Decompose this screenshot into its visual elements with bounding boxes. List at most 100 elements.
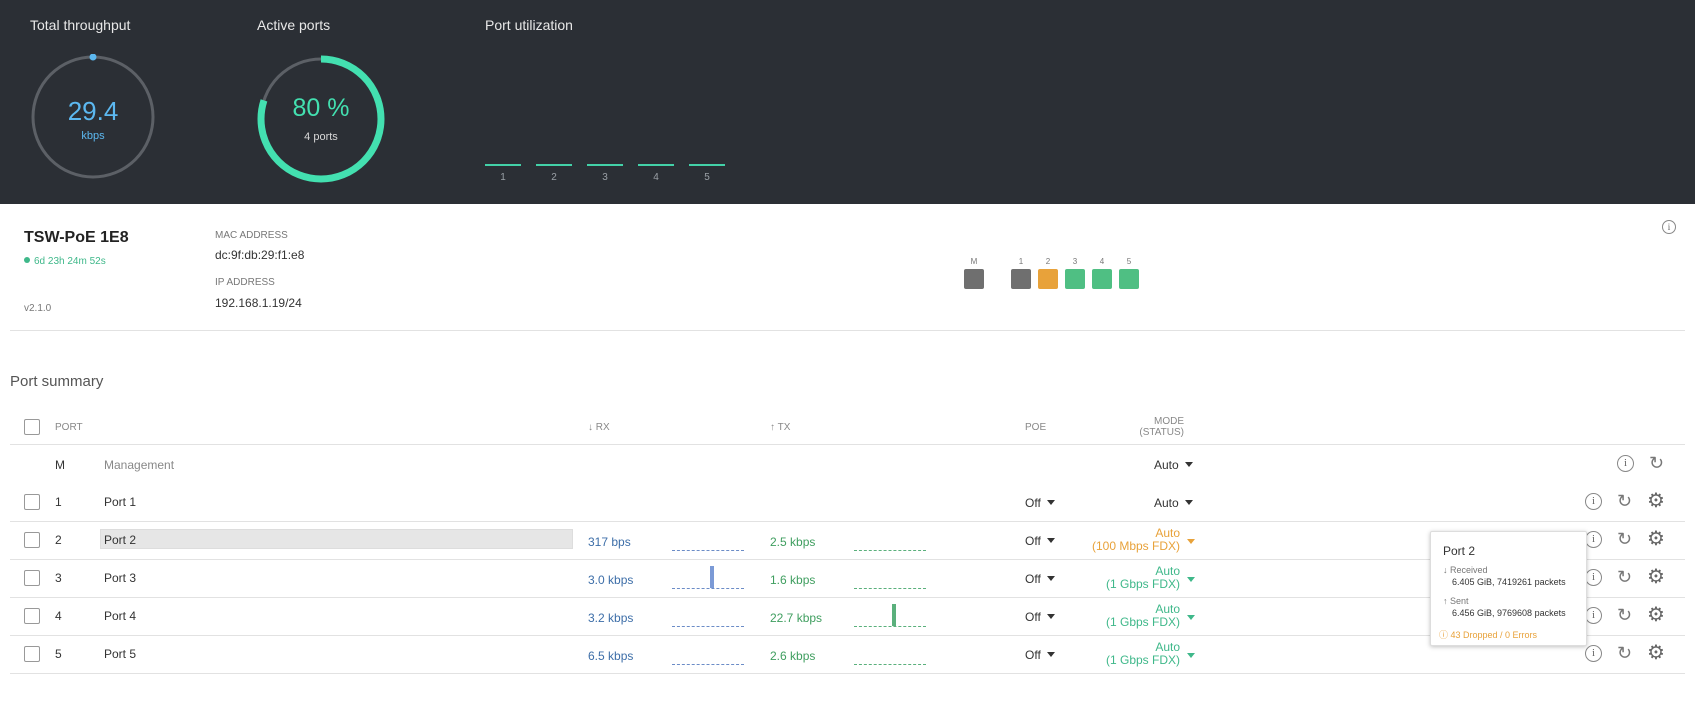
port-restart-icon[interactable]: ↻: [1617, 530, 1632, 548]
status-header-text: (STATUS): [1139, 427, 1184, 438]
active-ports-gauge: 80 % 4 ports: [256, 54, 386, 184]
port-map-label: 1: [1018, 257, 1024, 266]
management-mode-select[interactable]: Auto: [1154, 458, 1193, 472]
port-restart-icon[interactable]: ↻: [1617, 644, 1632, 662]
port-name[interactable]: Port 5: [104, 647, 136, 661]
port-map-square[interactable]: [1065, 269, 1085, 289]
rx-column-header[interactable]: ↓ RX: [588, 422, 610, 433]
tx-rate: 22.7 kbps: [770, 611, 823, 625]
tx-rate: 2.5 kbps: [770, 535, 816, 549]
active-ports-title: Active ports: [257, 17, 331, 33]
port-name[interactable]: Port 1: [104, 495, 136, 509]
tx-column-header[interactable]: ↑ TX: [770, 422, 790, 433]
port-name-input[interactable]: [100, 529, 573, 549]
tx-rate: 1.6 kbps: [770, 573, 816, 587]
online-dot: [24, 257, 30, 263]
tx-spark-bar: [892, 604, 896, 626]
port-number: 5: [55, 647, 62, 661]
divider: [10, 330, 1685, 331]
warning-text: 43 Dropped / 0 Errors: [1450, 630, 1538, 640]
port-restart-icon[interactable]: ↻: [1617, 568, 1632, 586]
mode-value: Auto: [1154, 496, 1179, 510]
uptime-text: 6d 23h 24m 52s: [34, 256, 106, 267]
port-info-icon[interactable]: i: [1585, 569, 1602, 586]
port-map-label: 5: [1126, 257, 1132, 266]
throughput-title: Total throughput: [30, 17, 131, 33]
mode-column-header[interactable]: MODE (STATUS): [1130, 416, 1184, 438]
link-status: (100 Mbps FDX): [1091, 539, 1180, 553]
management-info-icon[interactable]: i: [1617, 455, 1634, 472]
port-summary-title: Port summary: [10, 373, 104, 390]
management-restart-icon[interactable]: ↻: [1649, 454, 1664, 472]
port-map-label: 3: [1072, 257, 1078, 266]
port-name[interactable]: Port 4: [104, 609, 136, 623]
link-status: (1 Gbps FDX): [1105, 615, 1180, 629]
mode-select[interactable]: Auto: [1154, 496, 1193, 510]
port-number: 3: [55, 571, 62, 585]
tx-sparkline: [854, 603, 926, 627]
row-divider: [10, 521, 1685, 522]
port-column-header[interactable]: PORT: [55, 422, 83, 433]
port-map-square[interactable]: [1038, 269, 1058, 289]
throughput-gauge: 29.4 kbps: [30, 53, 156, 180]
rx-rate: 6.5 kbps: [588, 649, 634, 663]
port-stats-tooltip: Port 2 ↓ Received 6.405 GiB, 7419261 pac…: [1430, 531, 1587, 646]
port-number: 1: [55, 495, 62, 509]
tx-sparkline: [854, 565, 926, 589]
port-map-square[interactable]: [1119, 269, 1139, 289]
utilization-bar: [638, 164, 674, 166]
arrow-up-icon: ↑: [1443, 596, 1451, 606]
port-checkbox[interactable]: [24, 646, 40, 662]
port-map-square[interactable]: [1092, 269, 1112, 289]
port-checkbox[interactable]: [24, 532, 40, 548]
port-info-icon[interactable]: i: [1585, 531, 1602, 548]
utilization-title: Port utilization: [485, 17, 573, 33]
port-name[interactable]: Port 3: [104, 571, 136, 585]
mode-select[interactable]: Auto (1 Gbps FDX): [1040, 641, 1180, 667]
device-name: TSW-PoE 1E8: [24, 229, 129, 246]
poe-select[interactable]: Off: [1025, 496, 1055, 510]
port-checkbox[interactable]: [24, 494, 40, 510]
port-map-label: M: [970, 257, 978, 266]
mode-header-text: MODE: [1154, 416, 1184, 427]
port-checkbox[interactable]: [24, 570, 40, 586]
gear-icon[interactable]: ⚙: [1647, 643, 1665, 663]
port-map-square[interactable]: [1011, 269, 1031, 289]
port-info-icon[interactable]: i: [1585, 607, 1602, 624]
rx-sparkline: [672, 565, 744, 589]
port-restart-icon[interactable]: ↻: [1617, 492, 1632, 510]
sent-label-text: Sent: [1450, 596, 1469, 606]
utilization-bar: [587, 164, 623, 166]
device-uptime: 6d 23h 24m 52s: [24, 256, 106, 267]
poe-value: Off: [1025, 496, 1041, 510]
throughput-value: 29.4: [67, 96, 119, 126]
select-all-checkbox[interactable]: [24, 419, 40, 435]
chevron-down-icon: [1187, 539, 1195, 544]
device-info-icon[interactable]: i: [1662, 220, 1676, 234]
gear-icon[interactable]: ⚙: [1647, 567, 1665, 587]
poe-column-header[interactable]: POE: [1025, 422, 1046, 433]
gear-icon[interactable]: ⚙: [1647, 529, 1665, 549]
port-restart-icon[interactable]: ↻: [1617, 606, 1632, 624]
utilization-bar: [536, 164, 572, 166]
tooltip-received-value: 6.405 GiB, 7419261 packets: [1452, 577, 1566, 587]
gear-icon[interactable]: ⚙: [1647, 491, 1665, 511]
chevron-down-icon: [1187, 653, 1195, 658]
mode-select[interactable]: Auto (1 Gbps FDX): [1040, 565, 1180, 591]
tx-sparkline: [854, 641, 926, 665]
tooltip-sent-value: 6.456 GiB, 9769608 packets: [1452, 608, 1566, 618]
mode-select[interactable]: Auto (100 Mbps FDX): [1040, 527, 1180, 553]
port-info-icon[interactable]: i: [1585, 493, 1602, 510]
rx-sparkline: [672, 641, 744, 665]
mode-select[interactable]: Auto (1 Gbps FDX): [1040, 603, 1180, 629]
utilization-port-label: 5: [704, 172, 710, 183]
rx-spark-bar: [710, 566, 714, 588]
port-map-square[interactable]: [964, 269, 984, 289]
port-info-icon[interactable]: i: [1585, 645, 1602, 662]
port-number: 2: [55, 533, 62, 547]
rx-rate: 3.0 kbps: [588, 573, 634, 587]
port-checkbox[interactable]: [24, 608, 40, 624]
poe-value: Off: [1025, 648, 1041, 662]
gear-icon[interactable]: ⚙: [1647, 605, 1665, 625]
tooltip-received-label: ↓ Received: [1443, 565, 1488, 575]
